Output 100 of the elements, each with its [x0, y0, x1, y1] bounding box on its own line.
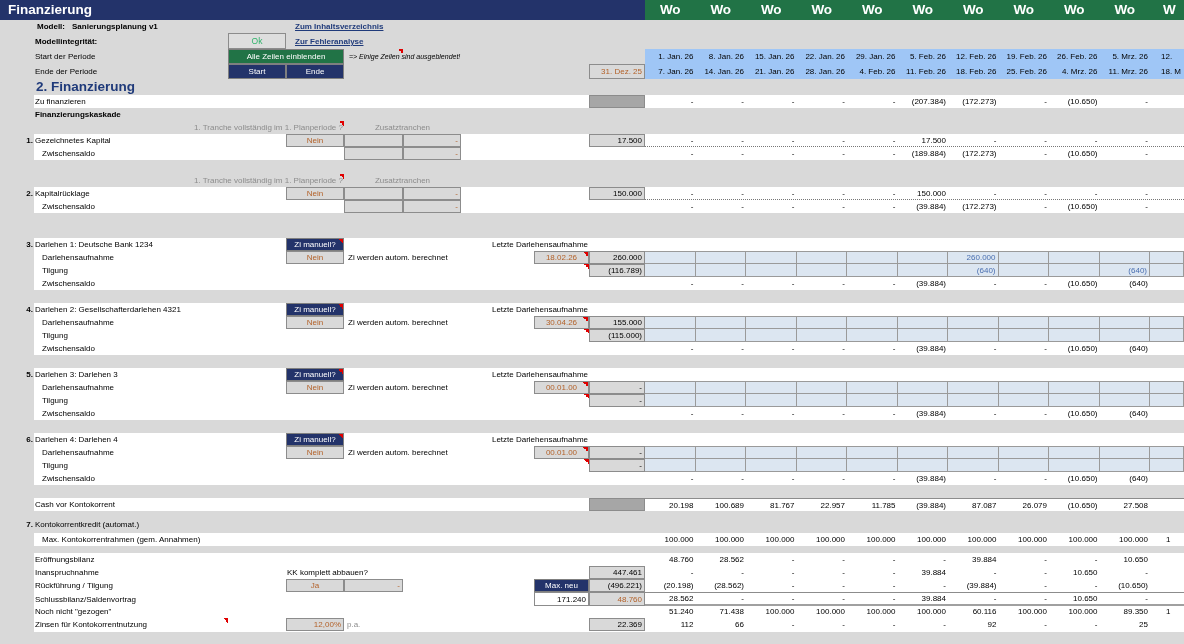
input-cell[interactable]	[645, 447, 696, 458]
input-cell[interactable]	[1049, 329, 1100, 341]
input-cell[interactable]	[897, 447, 948, 458]
input-cell[interactable]	[695, 329, 746, 341]
input-cell[interactable]	[1099, 252, 1150, 263]
input-cell[interactable]	[695, 447, 746, 458]
input-cell[interactable]	[746, 394, 797, 406]
date-input-cell[interactable]: 30.04.26	[534, 316, 589, 329]
input-cell[interactable]: -	[403, 147, 461, 160]
input-cell[interactable]	[998, 252, 1049, 263]
date-input-cell[interactable]: 00.01.00	[534, 446, 589, 459]
input-cell[interactable]	[796, 382, 847, 393]
input-cell[interactable]	[746, 252, 797, 263]
input-cell[interactable]	[998, 459, 1049, 471]
input-cell[interactable]	[1099, 447, 1150, 458]
input-cell[interactable]	[1150, 394, 1184, 406]
input-cell[interactable]	[645, 394, 696, 406]
end-button[interactable]: Ende	[286, 64, 344, 79]
input-cell[interactable]	[796, 252, 847, 263]
input-cell[interactable]	[746, 264, 797, 276]
input-cell[interactable]	[1049, 459, 1100, 471]
input-cell[interactable]	[948, 459, 999, 471]
input-cell[interactable]	[695, 459, 746, 471]
input-cell[interactable]	[897, 382, 948, 393]
input-cell[interactable]	[746, 382, 797, 393]
input-cell[interactable]	[847, 252, 898, 263]
input-cell[interactable]	[746, 447, 797, 458]
input-cell[interactable]: (640)	[948, 264, 999, 276]
input-cell[interactable]	[897, 317, 948, 328]
input-cell[interactable]	[645, 264, 696, 276]
date-input-cell[interactable]: 18.02.26	[534, 251, 589, 264]
input-cell[interactable]: -	[403, 134, 461, 147]
input-cell[interactable]: 260.000	[948, 252, 999, 263]
choice-cell[interactable]: Nein	[286, 381, 344, 394]
input-cell[interactable]	[1049, 447, 1100, 458]
input-cell[interactable]	[847, 447, 898, 458]
input-cell[interactable]	[998, 329, 1049, 341]
input-cell[interactable]	[1099, 317, 1150, 328]
manual-interest-button[interactable]: Zi manuell?	[286, 368, 344, 381]
manual-interest-button[interactable]: Zi manuell?	[286, 303, 344, 316]
input-cell[interactable]	[1099, 459, 1150, 471]
input-cell[interactable]	[695, 394, 746, 406]
show-all-rows-button[interactable]: Alle Zeilen einblenden	[228, 49, 344, 64]
choice-cell[interactable]: Nein	[286, 134, 344, 147]
rate-input-cell[interactable]: 12,00%	[286, 618, 344, 631]
manual-interest-button[interactable]: Zi manuell?	[286, 433, 344, 446]
input-cell[interactable]	[998, 447, 1049, 458]
input-cell[interactable]	[847, 317, 898, 328]
input-cell[interactable]: (640)	[1099, 264, 1150, 276]
end-date-cell[interactable]: 31. Dez. 25	[589, 64, 645, 79]
input-cell[interactable]	[645, 252, 696, 263]
input-cell[interactable]	[796, 447, 847, 458]
input-cell[interactable]	[796, 394, 847, 406]
input-cell[interactable]	[847, 264, 898, 276]
input-cell[interactable]	[897, 459, 948, 471]
max-new-button[interactable]: Max. neu	[534, 579, 589, 592]
input-cell[interactable]	[695, 382, 746, 393]
input-cell[interactable]	[897, 329, 948, 341]
input-cell[interactable]	[796, 264, 847, 276]
choice-cell[interactable]: Nein	[286, 251, 344, 264]
input-cell[interactable]	[948, 317, 999, 328]
table-of-contents-link[interactable]: Zum Inhaltsverzeichnis	[295, 21, 384, 32]
input-cell[interactable]	[948, 394, 999, 406]
input-cell[interactable]	[948, 382, 999, 393]
input-cell[interactable]	[746, 459, 797, 471]
choice-cell[interactable]: Ja	[286, 579, 344, 592]
input-cell[interactable]	[1049, 264, 1100, 276]
input-cell[interactable]	[948, 329, 999, 341]
input-cell[interactable]	[1150, 317, 1184, 328]
input-cell[interactable]	[1099, 394, 1150, 406]
input-cell[interactable]	[645, 459, 696, 471]
input-cell[interactable]	[847, 459, 898, 471]
input-cell[interactable]	[847, 394, 898, 406]
input-cell[interactable]	[695, 264, 746, 276]
input-cell[interactable]	[998, 394, 1049, 406]
input-cell[interactable]	[847, 382, 898, 393]
input-cell[interactable]	[998, 264, 1049, 276]
input-cell[interactable]	[998, 382, 1049, 393]
input-cell[interactable]: -	[403, 187, 461, 200]
input-cell[interactable]	[645, 382, 696, 393]
date-input-cell[interactable]: 00.01.00	[534, 381, 589, 394]
input-cell[interactable]	[1150, 264, 1184, 276]
input-cell[interactable]	[1150, 447, 1184, 458]
input-cell[interactable]	[695, 317, 746, 328]
input-cell[interactable]	[1150, 329, 1184, 341]
input-cell[interactable]	[897, 394, 948, 406]
input-cell[interactable]	[796, 317, 847, 328]
input-cell[interactable]	[796, 459, 847, 471]
input-cell[interactable]	[1150, 382, 1184, 393]
input-cell[interactable]	[1049, 382, 1100, 393]
input-cell[interactable]	[948, 447, 999, 458]
input-cell[interactable]	[998, 317, 1049, 328]
input-cell[interactable]: -	[344, 579, 403, 592]
input-cell[interactable]	[645, 329, 696, 341]
input-cell[interactable]	[1049, 394, 1100, 406]
choice-cell[interactable]: Nein	[286, 446, 344, 459]
input-cell[interactable]	[1049, 252, 1100, 263]
input-cell[interactable]	[645, 317, 696, 328]
input-cell[interactable]	[897, 252, 948, 263]
input-cell[interactable]	[1099, 382, 1150, 393]
